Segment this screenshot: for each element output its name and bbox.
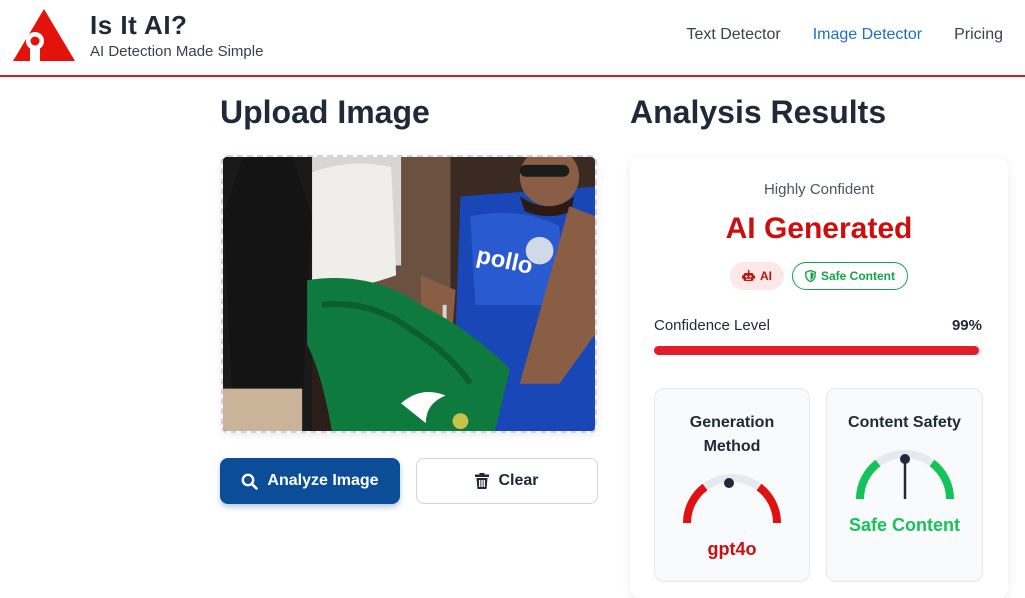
confidence-bar-track xyxy=(654,346,982,355)
upload-heading: Upload Image xyxy=(220,94,430,130)
analyze-image-button[interactable]: Analyze Image xyxy=(220,458,400,504)
clear-label: Clear xyxy=(498,472,539,489)
confidence-row: Confidence Level 99% xyxy=(654,317,982,334)
badge-row: AI Safe Content xyxy=(630,262,1008,290)
generation-method-card: Generation Method gpt4o xyxy=(654,388,810,582)
ai-badge: AI xyxy=(729,262,784,290)
confidence-level-value: 99% xyxy=(951,317,982,334)
robot-icon xyxy=(741,270,755,281)
generation-gauge xyxy=(683,474,781,524)
safe-content-badge-label: Safe Content xyxy=(820,269,895,283)
shield-icon xyxy=(804,270,816,282)
content-safety-value: Safe Content xyxy=(848,515,960,535)
confidence-bar-fill xyxy=(654,346,979,355)
nav-text-detector[interactable]: Text Detector xyxy=(686,26,780,44)
content-safety-title: Content Safety xyxy=(848,414,961,431)
confidence-description: Highly Confident xyxy=(763,181,875,198)
search-icon xyxy=(242,473,259,490)
confidence-level-label: Confidence Level xyxy=(654,317,770,334)
nav-image-detector[interactable]: Image Detector xyxy=(813,26,922,44)
uploaded-photo: pollo xyxy=(223,157,595,431)
logo-icon[interactable] xyxy=(13,9,75,61)
generation-method-value: gpt4o xyxy=(707,539,757,559)
generation-method-title: Generation Method xyxy=(689,414,775,455)
nav-pricing[interactable]: Pricing xyxy=(954,26,1003,44)
clear-button[interactable]: Clear xyxy=(416,458,598,504)
trash-icon xyxy=(475,473,490,489)
app-header: Is It AI? AI Detection Made Simple Text … xyxy=(0,0,1025,77)
uploaded-image-preview[interactable]: pollo xyxy=(221,155,597,433)
results-card: Highly Confident AI Generated AI Safe Co… xyxy=(630,158,1008,598)
safe-content-badge: Safe Content xyxy=(791,262,908,290)
brand-title[interactable]: Is It AI? xyxy=(90,10,187,41)
verdict-label: AI Generated xyxy=(725,212,913,245)
results-heading: Analysis Results xyxy=(630,94,887,130)
safety-gauge xyxy=(855,450,954,500)
content-safety-card: Content Safety Safe Content xyxy=(826,388,983,582)
brand-tagline: AI Detection Made Simple xyxy=(90,43,264,60)
main-nav: Text Detector Image Detector Pricing xyxy=(686,26,1003,44)
analyze-image-label: Analyze Image xyxy=(267,472,379,489)
ai-badge-label: AI xyxy=(759,269,772,283)
